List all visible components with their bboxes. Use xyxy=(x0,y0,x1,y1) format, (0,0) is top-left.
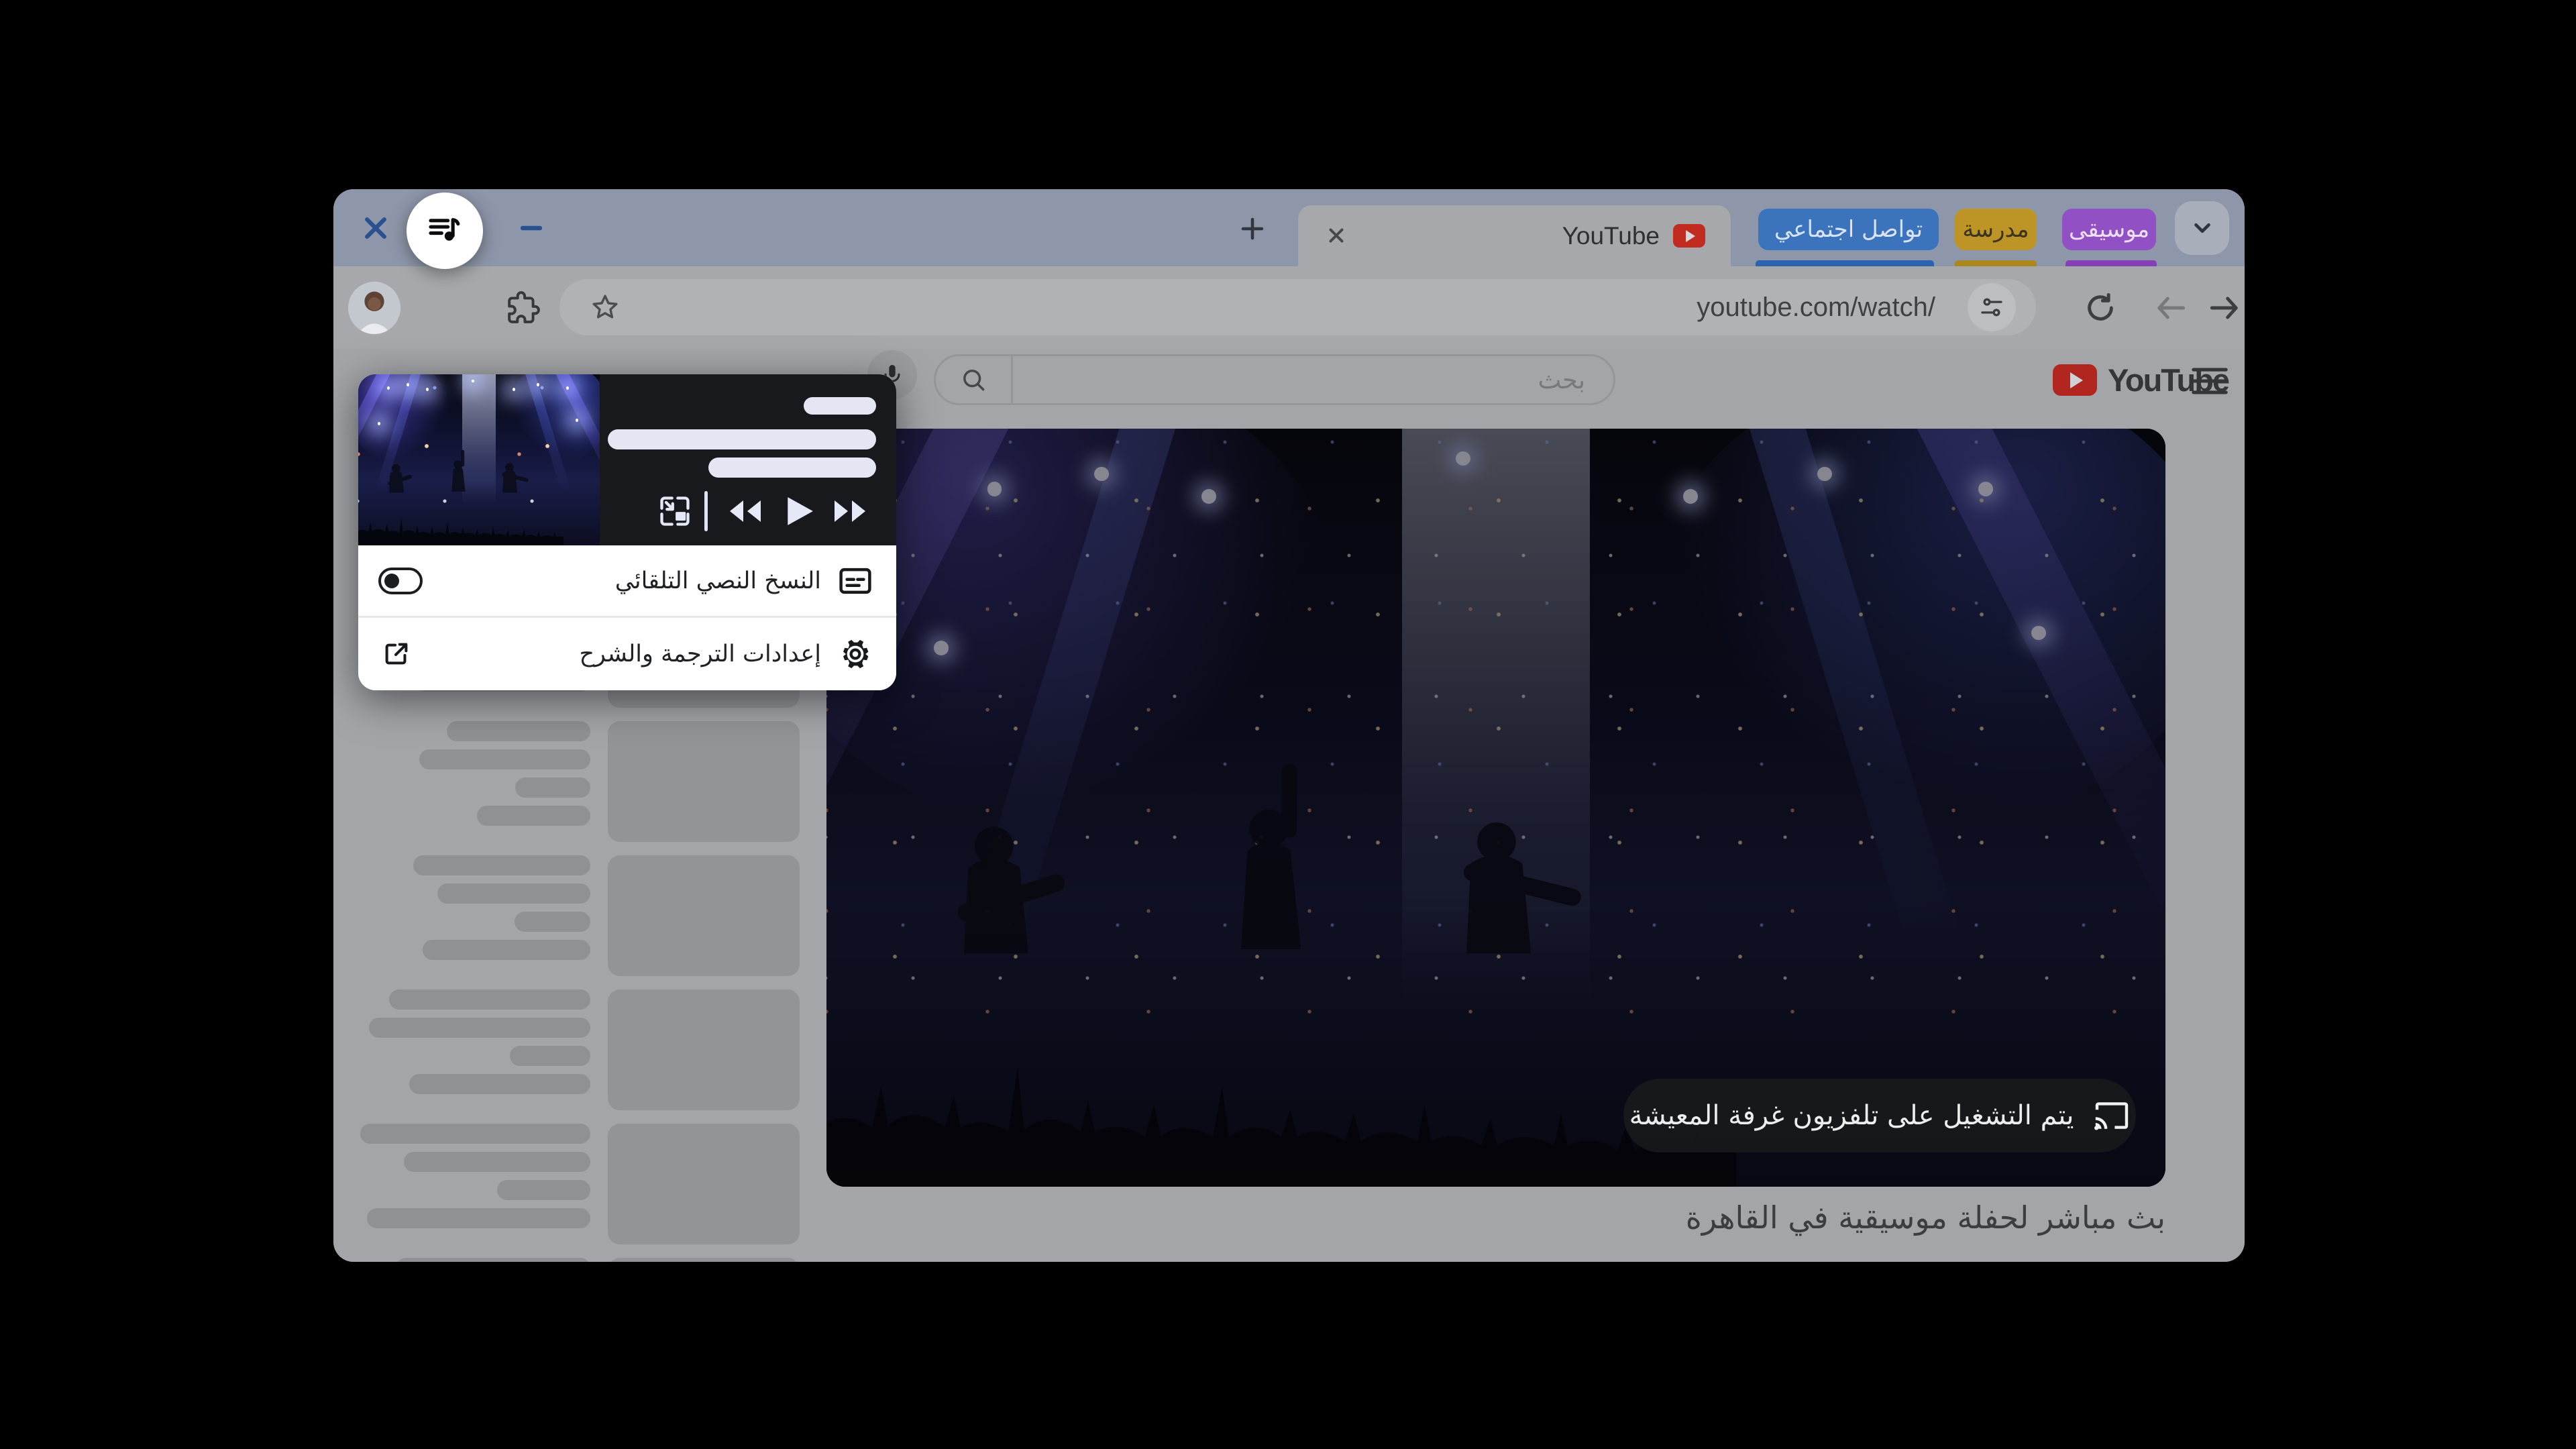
live-caption-label: النسخ النصي التلقائي xyxy=(615,545,821,616)
picture-in-picture-icon xyxy=(657,494,692,529)
tune-icon xyxy=(1978,293,2006,321)
text-skeleton xyxy=(404,1152,590,1172)
text-skeleton xyxy=(396,1258,590,1262)
text-skeleton xyxy=(409,1074,590,1094)
live-caption-toggle[interactable] xyxy=(378,568,423,594)
text-skeleton xyxy=(419,749,590,769)
tab-group-school[interactable]: مدرسة xyxy=(1955,209,2037,250)
picture-in-picture-button[interactable] xyxy=(657,494,692,529)
tab-strip: YouTube تواصل اجتماعي مدرسة موسيقى xyxy=(333,189,2245,266)
controls-divider xyxy=(704,491,708,531)
text-skeleton xyxy=(477,806,590,826)
list-item xyxy=(333,721,800,842)
avatar-image xyxy=(348,282,400,334)
window-close-button[interactable] xyxy=(357,209,394,247)
close-icon xyxy=(1325,224,1348,247)
global-media-controls-button[interactable] xyxy=(407,193,483,269)
tab-close-button[interactable] xyxy=(1325,224,1348,247)
text-skeleton xyxy=(413,855,590,875)
tab-search-button[interactable] xyxy=(2175,201,2229,255)
reload-icon xyxy=(2082,289,2119,327)
media-controls-popup: النسخ النصي التلقائي إعدادات الترجمة وال… xyxy=(358,374,896,690)
back-button[interactable] xyxy=(2152,289,2190,327)
gear-icon xyxy=(837,636,873,672)
playlist-music-icon xyxy=(426,212,464,250)
bookmark-star-button[interactable] xyxy=(589,291,621,323)
rewind-icon xyxy=(726,495,763,527)
media-title-skeleton xyxy=(608,429,876,449)
text-skeleton xyxy=(437,883,590,904)
tab-title: YouTube xyxy=(1562,222,1660,250)
text-skeleton xyxy=(369,1018,590,1038)
toggle-knob xyxy=(384,574,399,588)
text-skeleton xyxy=(515,912,590,932)
cast-icon xyxy=(2094,1101,2130,1130)
text-skeleton xyxy=(423,940,590,960)
thumbnail-skeleton xyxy=(608,989,800,1110)
tab-group-underline-social xyxy=(1756,260,1934,266)
text-skeleton xyxy=(447,721,590,741)
media-artist-skeleton xyxy=(708,458,876,478)
url-text[interactable]: youtube.com/watch/ xyxy=(1697,279,1935,335)
thumbnail-skeleton xyxy=(608,721,800,842)
list-item xyxy=(333,1124,800,1244)
tab-group-music[interactable]: موسيقى xyxy=(2062,209,2156,250)
profile-avatar[interactable] xyxy=(348,282,400,334)
play-button[interactable] xyxy=(784,494,814,529)
reload-button[interactable] xyxy=(2082,289,2119,327)
cast-status-text: يتم التشغيل على تلفزيون غرفة المعيشة xyxy=(1629,1100,2074,1131)
window-minimize-button[interactable] xyxy=(513,209,550,247)
forward-button[interactable] xyxy=(2206,289,2243,327)
media-artwork xyxy=(358,374,600,545)
live-caption-icon xyxy=(837,563,873,599)
next-track-button[interactable] xyxy=(832,495,869,527)
extensions-button[interactable] xyxy=(506,291,540,325)
youtube-favicon-icon xyxy=(1673,224,1705,248)
cast-status-toast: يتم التشغيل على تلفزيون غرفة المعيشة xyxy=(1623,1079,2136,1152)
text-skeleton xyxy=(367,1208,590,1228)
browser-window: YouTube تواصل اجتماعي مدرسة موسيقى xyxy=(333,189,2245,1262)
star-icon xyxy=(589,291,621,323)
text-skeleton xyxy=(510,1046,590,1066)
tab-group-social[interactable]: تواصل اجتماعي xyxy=(1758,209,1939,250)
thumbnail-skeleton xyxy=(608,1124,800,1244)
desktop: YouTube تواصل اجتماعي مدرسة موسيقى xyxy=(0,0,2576,1449)
thumbnail-skeleton xyxy=(608,1258,800,1262)
plus-icon xyxy=(1238,215,1267,243)
previous-track-button[interactable] xyxy=(726,495,763,527)
text-skeleton xyxy=(515,777,590,798)
minimize-icon xyxy=(517,213,546,243)
play-icon xyxy=(784,494,814,529)
text-skeleton xyxy=(360,1124,590,1144)
new-tab-button[interactable] xyxy=(1234,210,1271,248)
close-icon xyxy=(361,213,390,243)
crowd-silhouette xyxy=(358,484,564,545)
tab-youtube[interactable]: YouTube xyxy=(1298,205,1731,266)
list-item xyxy=(333,1258,800,1262)
thumbnail-skeleton xyxy=(608,855,800,976)
puzzle-icon xyxy=(506,291,540,325)
media-popup-header xyxy=(358,374,896,545)
live-caption-row[interactable]: النسخ النصي التلقائي xyxy=(358,545,896,618)
text-skeleton xyxy=(497,1180,590,1200)
fast-forward-icon xyxy=(832,495,869,527)
caption-settings-row[interactable]: إعدادات الترجمة والشرح xyxy=(358,618,896,690)
open-in-new-icon xyxy=(381,639,412,669)
arrow-right-icon xyxy=(2206,289,2243,327)
tab-group-underline-school xyxy=(1955,260,2037,266)
chevron-down-icon xyxy=(2190,215,2215,241)
site-controls-button[interactable] xyxy=(1968,283,2016,331)
list-item xyxy=(333,855,800,976)
caption-settings-label: إعدادات الترجمة والشرح xyxy=(579,618,821,690)
text-skeleton xyxy=(389,989,590,1010)
concert-scene xyxy=(358,374,600,545)
tab-group-underline-music xyxy=(2065,260,2157,266)
browser-toolbar: youtube.com/watch/ xyxy=(333,266,2245,349)
address-bar[interactable]: youtube.com/watch/ xyxy=(559,279,2036,335)
list-item xyxy=(333,989,800,1110)
arrow-left-icon xyxy=(2152,289,2190,327)
media-source-skeleton xyxy=(804,397,876,415)
